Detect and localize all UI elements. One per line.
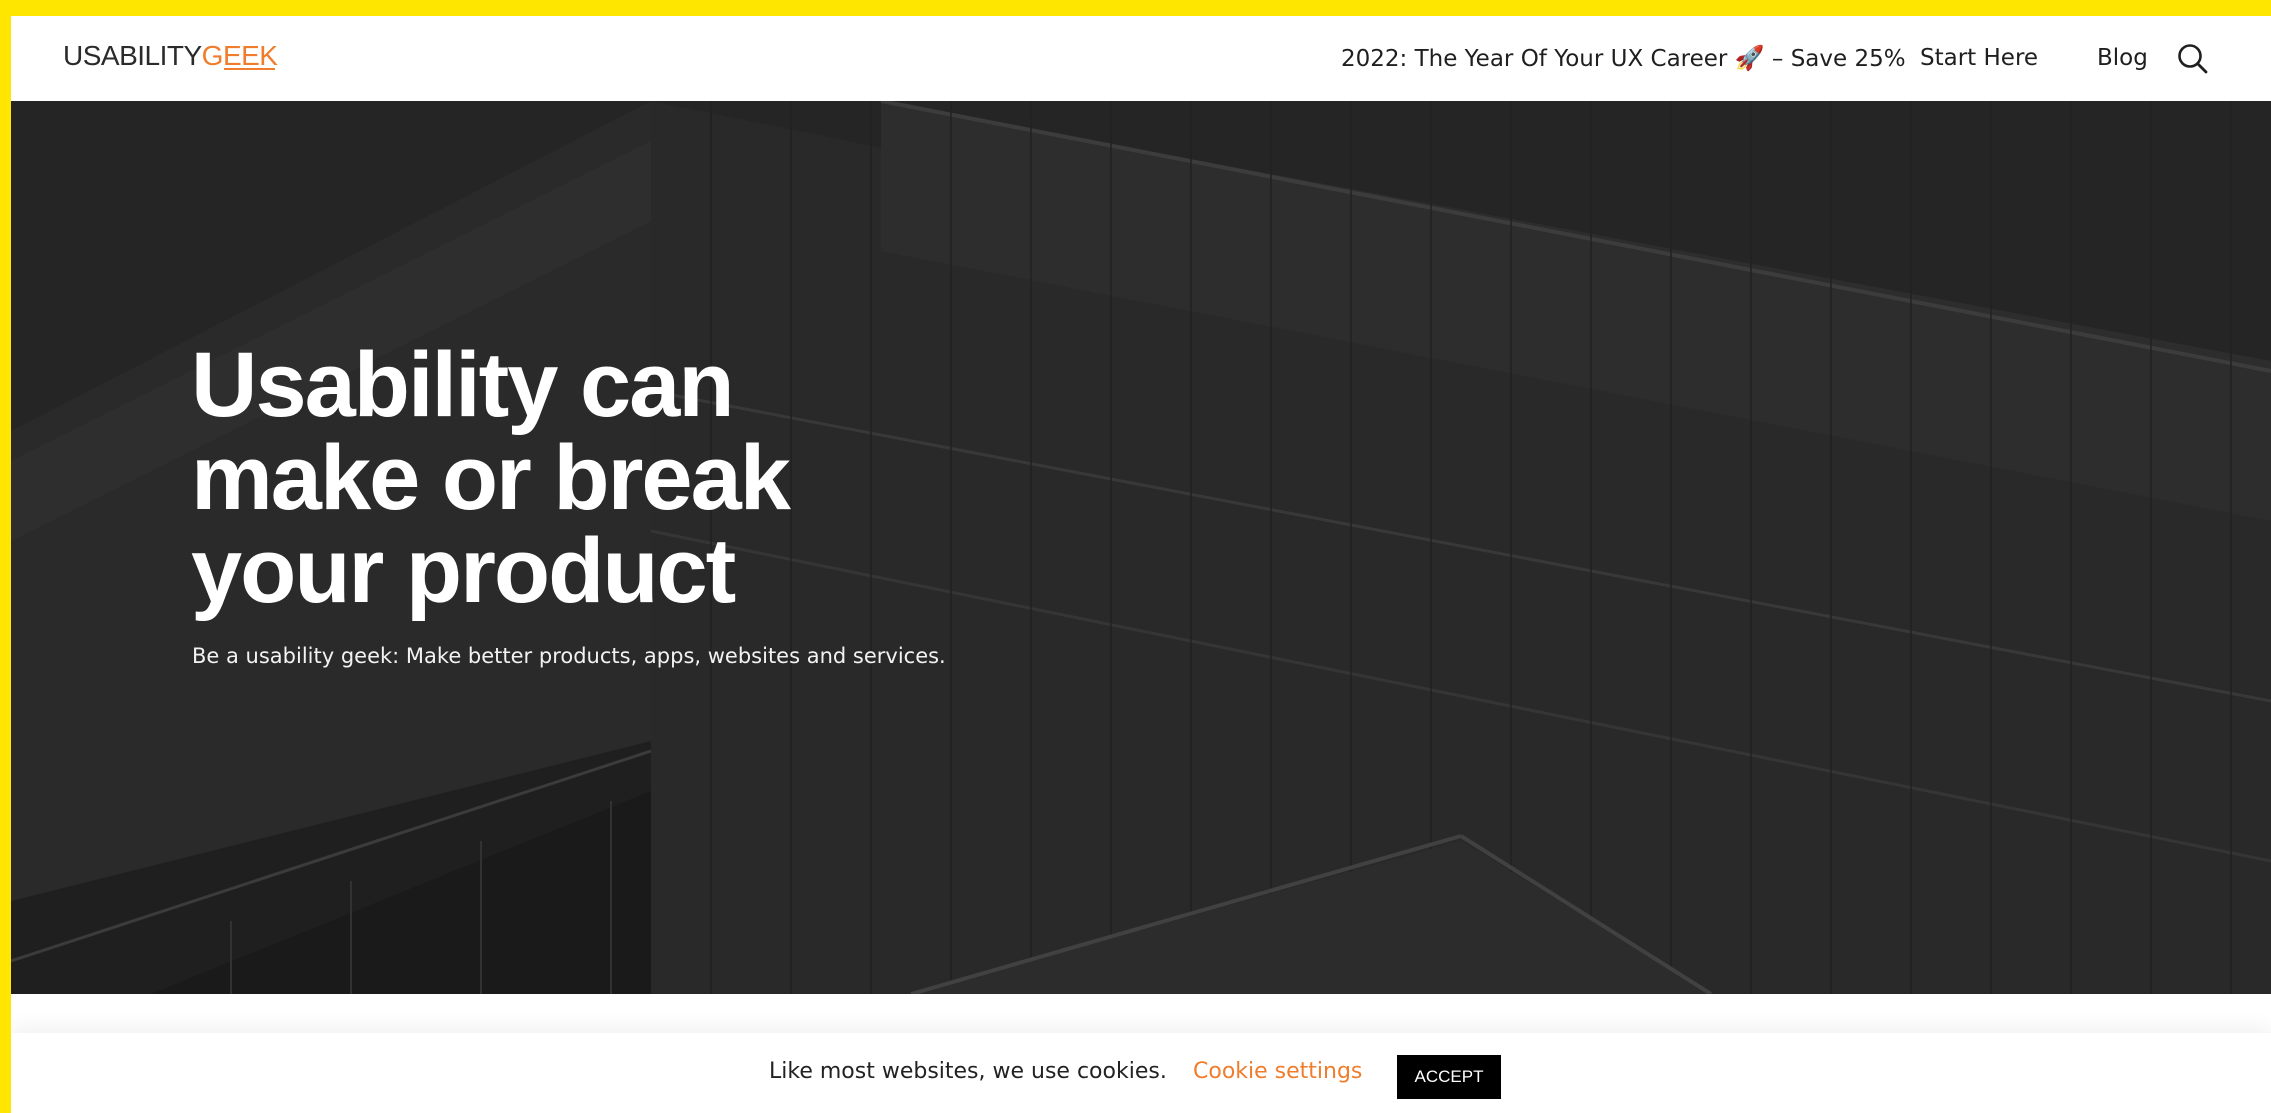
cookie-consent-bar: Like most websites, we use cookies. Cook…	[11, 1033, 2271, 1113]
nav-start-here[interactable]: Start Here	[1920, 40, 2038, 76]
nav-promo-link[interactable]: 2022: The Year Of Your UX Career 🚀 – Sav…	[1341, 40, 1906, 76]
hero-title: Usability can make or break your product	[191, 339, 1091, 618]
logo-text-dark: USABILITY	[63, 40, 202, 71]
hero-title-line-3: your product	[191, 520, 736, 622]
site-header: USABILITYGEEK 2022: The Year Of Your UX …	[11, 16, 2271, 101]
cookie-message: Like most websites, we use cookies.	[769, 1059, 1167, 1084]
hero-title-line-1: Usability can	[191, 334, 735, 436]
accept-cookies-button[interactable]: ACCEPT	[1397, 1055, 1501, 1099]
logo-text-accent: GEEK	[201, 40, 278, 71]
search-icon[interactable]	[2174, 40, 2212, 78]
nav-promo-suffix: – Save 25%	[1771, 46, 1906, 72]
hero-section: Usability can make or break your product…	[11, 101, 2271, 994]
rocket-icon: 🚀	[1734, 44, 1765, 72]
site-logo[interactable]: USABILITYGEEK	[63, 36, 278, 76]
cookie-settings-link[interactable]: Cookie settings	[1193, 1055, 1362, 1089]
hero-subtitle: Be a usability geek: Make better product…	[192, 644, 946, 668]
browser-page: USABILITYGEEK 2022: The Year Of Your UX …	[11, 16, 2271, 1113]
nav-promo-label: 2022: The Year Of Your UX Career	[1341, 46, 1728, 72]
nav-blog[interactable]: Blog	[2097, 40, 2148, 76]
hero-title-line-2: make or break	[191, 427, 791, 529]
